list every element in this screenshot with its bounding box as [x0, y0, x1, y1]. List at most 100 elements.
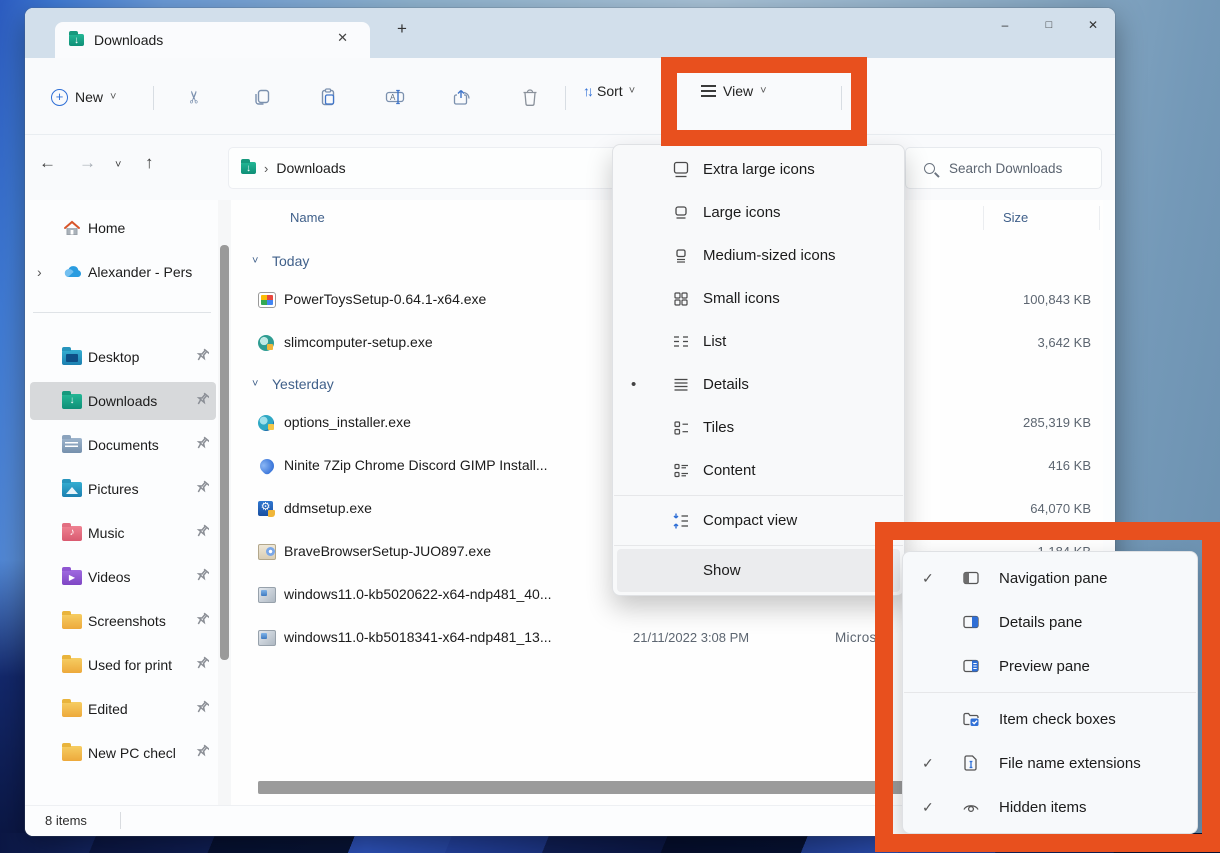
menu-item-label: Large icons	[703, 204, 781, 221]
up-button[interactable]: ↑	[145, 153, 154, 173]
file-name: ddmsetup.exe	[284, 500, 372, 516]
sidebar-item-desktop[interactable]: Desktop	[30, 338, 216, 376]
home-icon	[62, 219, 82, 237]
menu-divider	[614, 495, 903, 496]
menu-item-label: List	[703, 333, 726, 350]
titlebar[interactable]: Downloads ✕ + – □ ✕	[25, 8, 1115, 58]
minimize-button[interactable]: –	[983, 8, 1027, 42]
collapse-chevron-icon[interactable]: ˅	[252, 255, 258, 267]
new-tab-button[interactable]: +	[387, 14, 417, 44]
menu-item-compact-view[interactable]: Compact view	[613, 499, 904, 542]
copy-button[interactable]	[247, 82, 277, 112]
sidebar-item-edited[interactable]: Edited	[30, 690, 216, 728]
menu-item-label: Content	[703, 462, 756, 479]
downloads-folder-icon	[62, 394, 82, 409]
menu-item-list[interactable]: List	[613, 320, 904, 363]
share-button[interactable]	[447, 82, 477, 112]
pin-icon	[196, 436, 209, 451]
sidebar-item-downloads[interactable]: Downloads	[30, 382, 216, 420]
videos-folder-icon	[62, 570, 82, 585]
sidebar-item-new-pc-checklist[interactable]: New PC checl	[30, 734, 216, 772]
sidebar-item-documents[interactable]: Documents	[30, 426, 216, 464]
forward-button[interactable]: →	[79, 153, 96, 173]
column-divider[interactable]	[1099, 206, 1100, 230]
collapse-chevron-icon[interactable]: ˅	[252, 378, 258, 390]
extra-large-icons-icon	[671, 160, 691, 180]
sidebar-item-label: New PC checl	[88, 745, 176, 761]
rename-icon: A	[384, 87, 406, 107]
chevron-down-icon: ˅	[110, 91, 116, 103]
menu-item-extra-large-icons[interactable]: Extra large icons	[613, 148, 904, 191]
delete-button[interactable]	[515, 82, 545, 112]
column-header-size[interactable]: Size	[1003, 210, 1028, 225]
tab-downloads[interactable]: Downloads ✕	[55, 22, 370, 58]
pin-icon	[196, 744, 209, 759]
pin-icon	[196, 524, 209, 539]
search-icon	[924, 163, 935, 174]
new-button-label: New	[75, 89, 103, 105]
maximize-button[interactable]: □	[1027, 8, 1071, 42]
menu-item-details[interactable]: • Details	[613, 363, 904, 406]
annotation-highlight-show-submenu	[875, 522, 1220, 852]
window-controls: – □ ✕	[983, 8, 1115, 42]
menu-item-tiles[interactable]: Tiles	[613, 406, 904, 449]
chevron-down-icon: ˅	[629, 85, 635, 97]
command-bar: + New ˅ ✂	[25, 58, 1115, 135]
address-row: ← → ˅ ↑ › Downloads Search Downloads	[25, 135, 1115, 200]
powertoys-icon	[258, 292, 276, 308]
compact-view-icon	[671, 511, 691, 531]
search-box[interactable]: Search Downloads	[905, 147, 1102, 189]
menu-item-label: Small icons	[703, 290, 780, 307]
pin-icon	[196, 392, 209, 407]
menu-item-show[interactable]: Show ›	[617, 549, 900, 592]
column-header-name[interactable]: Name	[290, 210, 325, 225]
tab-close-icon[interactable]: ✕	[337, 30, 348, 46]
breadcrumb[interactable]: Downloads	[276, 160, 345, 176]
search-placeholder: Search Downloads	[949, 161, 1062, 176]
medium-icons-icon	[671, 246, 691, 266]
share-icon	[452, 87, 472, 107]
sort-button[interactable]: ↑↓ Sort ˅	[583, 83, 635, 99]
sidebar-scrollbar[interactable]	[218, 200, 231, 805]
details-view-icon	[671, 375, 691, 395]
expand-chevron-icon[interactable]: ›	[37, 264, 42, 280]
menu-item-medium-sized-icons[interactable]: Medium-sized icons	[613, 234, 904, 277]
sidebar-scrollbar-thumb[interactable]	[220, 245, 229, 660]
sidebar-item-music[interactable]: Music	[30, 514, 216, 552]
desktop: Downloads ✕ + – □ ✕ + New ˅ ✂	[0, 0, 1220, 853]
recent-locations-button[interactable]: ˅	[115, 159, 121, 171]
menu-item-label: Extra large icons	[703, 161, 815, 178]
file-size: 100,843 KB	[1023, 292, 1091, 307]
sidebar-item-label: Pictures	[88, 481, 139, 497]
paste-button[interactable]	[313, 82, 343, 112]
statusbar-divider	[120, 812, 121, 829]
small-icons-icon	[671, 289, 691, 309]
sidebar-item-onedrive[interactable]: › Alexander - Pers	[30, 253, 216, 291]
file-name: windows11.0-kb5018341-x64-ndp481_13...	[284, 629, 552, 645]
folder-icon	[62, 658, 82, 673]
close-button[interactable]: ✕	[1071, 8, 1115, 42]
back-button[interactable]: ←	[39, 153, 56, 173]
file-date-modified: 21/11/2022 3:08 PM	[633, 630, 749, 645]
menu-item-large-icons[interactable]: Large icons	[613, 191, 904, 234]
sidebar-item-screenshots[interactable]: Screenshots	[30, 602, 216, 640]
folder-icon	[62, 614, 82, 629]
items-count: 8 items	[45, 813, 87, 828]
sidebar-item-label: Downloads	[88, 393, 157, 409]
menu-item-label: Show	[703, 562, 741, 579]
sidebar-item-videos[interactable]: Videos	[30, 558, 216, 596]
menu-item-content[interactable]: Content	[613, 449, 904, 492]
column-divider[interactable]	[983, 206, 984, 230]
new-button[interactable]: + New ˅	[43, 81, 124, 113]
list-view-icon	[671, 332, 691, 352]
rename-button[interactable]: A	[380, 82, 410, 112]
menu-item-label: Tiles	[703, 419, 734, 436]
sidebar-item-label: Videos	[88, 569, 131, 585]
sidebar-item-pictures[interactable]: Pictures	[30, 470, 216, 508]
menu-item-small-icons[interactable]: Small icons	[613, 277, 904, 320]
downloads-folder-icon	[69, 34, 84, 46]
sidebar-item-home[interactable]: Home	[30, 209, 216, 247]
cut-button[interactable]: ✂	[180, 82, 210, 112]
sidebar-item-used-for-print[interactable]: Used for print	[30, 646, 216, 684]
file-name: windows11.0-kb5020622-x64-ndp481_40...	[284, 586, 552, 602]
